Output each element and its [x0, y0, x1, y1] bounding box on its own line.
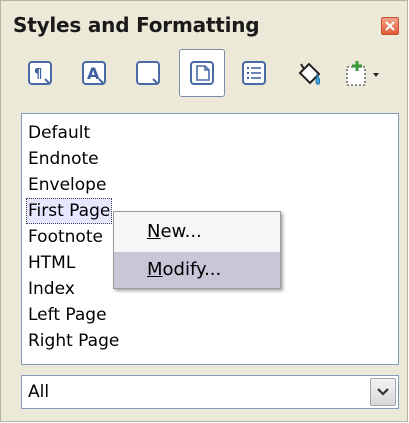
window-title: Styles and Formatting	[13, 13, 260, 37]
close-icon	[385, 21, 395, 31]
style-family-toolbar: ¶ A	[21, 49, 401, 101]
list-item[interactable]: Default	[28, 120, 90, 146]
chevron-down-icon	[377, 388, 389, 396]
list-item[interactable]: HTML	[28, 250, 75, 276]
page-styles-icon	[190, 61, 214, 85]
paragraph-styles-button[interactable]: ¶	[23, 55, 59, 91]
menu-item-label: odify...	[162, 259, 222, 280]
fill-format-mode-button[interactable]	[291, 55, 327, 91]
new-style-from-selection-icon	[346, 61, 379, 86]
menu-item-modify[interactable]: Modify...	[114, 252, 280, 288]
menu-accelerator: M	[147, 259, 163, 280]
title-bar: Styles and Formatting	[7, 9, 403, 39]
list-item[interactable]: Index	[28, 276, 75, 302]
list-item-selected[interactable]: First Page	[26, 198, 113, 224]
list-styles-icon	[242, 61, 266, 85]
list-item[interactable]: Envelope	[28, 172, 106, 198]
style-filter-value: All	[28, 382, 50, 402]
paragraph-styles-icon: ¶	[28, 61, 52, 85]
dropdown-button[interactable]	[370, 378, 396, 406]
frame-styles-button[interactable]	[131, 55, 167, 91]
menu-item-label: ew...	[160, 221, 202, 242]
new-style-from-selection-button[interactable]	[339, 55, 379, 91]
list-styles-button[interactable]	[237, 55, 273, 91]
character-styles-icon: A	[82, 61, 106, 85]
page-styles-button[interactable]	[179, 49, 225, 97]
context-menu: New... Modify...	[113, 211, 281, 289]
fill-format-mode-icon	[298, 62, 321, 85]
styles-and-formatting-window: Styles and Formatting ¶ A Default Endnot…	[0, 0, 408, 422]
list-item[interactable]: Right Page	[28, 328, 119, 354]
svg-text:A: A	[87, 64, 100, 83]
close-button[interactable]	[381, 17, 399, 35]
menu-accelerator: N	[147, 221, 161, 242]
list-item[interactable]: Left Page	[28, 302, 107, 328]
list-item[interactable]: Footnote	[28, 224, 103, 250]
svg-text:¶: ¶	[34, 67, 42, 82]
style-filter-dropdown[interactable]: All	[21, 375, 399, 409]
character-styles-button[interactable]: A	[77, 55, 113, 91]
list-item[interactable]: Endnote	[28, 146, 99, 172]
menu-item-new[interactable]: New...	[114, 214, 280, 250]
frame-styles-icon	[136, 61, 160, 85]
